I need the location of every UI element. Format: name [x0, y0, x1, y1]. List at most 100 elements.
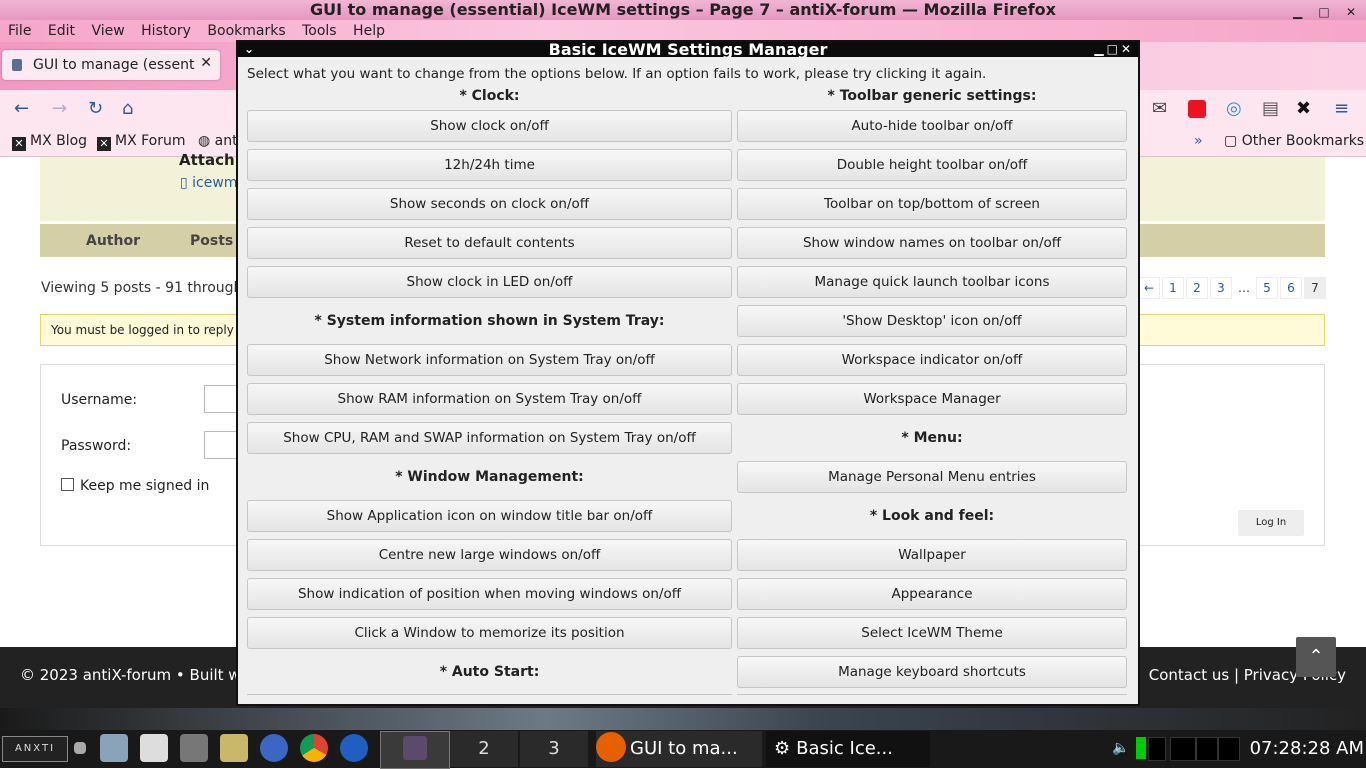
page-2[interactable]: 2 [1186, 277, 1208, 299]
reload-icon[interactable]: ↻ [88, 98, 103, 119]
wallpaper-button[interactable]: Wallpaper [737, 539, 1127, 571]
keyboard-shortcuts-button[interactable]: Manage keyboard shortcuts [737, 656, 1127, 688]
page-favicon-icon [12, 59, 22, 71]
systray-cpu-ram-swap-button[interactable]: Show CPU, RAM and SWAP information on Sy… [247, 422, 732, 454]
start-menu-button[interactable]: ANXTI [2, 736, 68, 762]
eject-icon[interactable] [180, 734, 208, 762]
taskbar-clock[interactable]: 07:28:28 AM [1250, 731, 1364, 767]
task-firefox[interactable]: GUI to ma... [596, 731, 762, 767]
page-prev[interactable]: ← [1138, 277, 1160, 299]
menu-tools[interactable]: Tools [298, 20, 341, 42]
workspace-indicator-button[interactable]: Workspace indicator on/off [737, 344, 1127, 376]
menu-help[interactable]: Help [349, 20, 389, 42]
mail-icon[interactable]: ✉ [1152, 98, 1167, 119]
workspace-1-active[interactable] [380, 731, 450, 769]
extension-icon[interactable]: ◎ [1226, 98, 1242, 119]
load-monitor-icon [1218, 737, 1240, 761]
select-theme-button[interactable]: Select IceWM Theme [737, 617, 1127, 649]
extension-icon[interactable]: ▤ [1262, 98, 1279, 119]
task-label: GUI to ma... [630, 738, 738, 759]
workspace-2[interactable]: 2 [450, 731, 518, 767]
posts-column-header: Posts [190, 233, 234, 249]
bookmark-other[interactable]: ▢ Other Bookmarks [1224, 133, 1364, 149]
workspace-manager-button[interactable]: Workspace Manager [737, 383, 1127, 415]
menu-bookmarks[interactable]: Bookmarks [203, 20, 289, 42]
task-label: Basic Ice... [796, 738, 893, 759]
clock-12h-24h-button[interactable]: 12h/24h time [247, 149, 732, 181]
x-logo-icon: ✕ [97, 137, 111, 151]
systray-ram-button[interactable]: Show RAM information on System Tray on/o… [247, 383, 732, 415]
window-names-toolbar-button[interactable]: Show window names on toolbar on/off [737, 227, 1127, 259]
menu-hamburger-icon[interactable]: ≡ [1334, 98, 1349, 119]
window-controls[interactable]: ▁ □ ✕ [1293, 2, 1362, 20]
checkbox-icon[interactable] [61, 478, 74, 491]
toolbar-section-heading: * Toolbar generic settings: [827, 88, 1037, 104]
autohide-toolbar-button[interactable]: Auto-hide toolbar on/off [737, 110, 1127, 142]
systray-section-heading: * System information shown in System Tra… [314, 313, 665, 329]
firefox-window-title: GUI to manage (essential) IceWM settings… [310, 0, 1056, 19]
chrome-icon[interactable] [300, 734, 328, 762]
centre-windows-button[interactable]: Centre new large windows on/off [247, 539, 732, 571]
scroll-to-top-button[interactable]: ⌃ [1296, 637, 1336, 677]
more-bookmarks-icon[interactable]: » [1194, 133, 1203, 149]
bookmark-label: MX Forum [115, 133, 186, 149]
show-clock-button[interactable]: Show clock on/off [247, 110, 732, 142]
login-button[interactable]: Log In [1238, 510, 1304, 536]
volume-icon[interactable]: 🔈 [1112, 740, 1129, 756]
workspace-3[interactable]: 3 [520, 731, 588, 767]
appearance-button[interactable]: Appearance [737, 578, 1127, 610]
window-menu-icon[interactable]: ⌄ [244, 42, 254, 57]
show-desktop-icon-button[interactable]: 'Show Desktop' icon on/off [737, 305, 1127, 337]
app-icon-titlebar-button[interactable]: Show Application icon on window title ba… [247, 500, 732, 532]
pagination: ← 1 2 3 … 5 6 7 [1136, 277, 1326, 299]
position-indication-button[interactable]: Show indication of position when moving … [247, 578, 732, 610]
notice-text: You must be logged in to reply to [51, 323, 250, 337]
memorize-position-button[interactable]: Click a Window to memorize its position [247, 617, 732, 649]
bookmark-antix[interactable]: ◍ ant [198, 133, 238, 149]
page-1[interactable]: 1 [1162, 277, 1184, 299]
toolbar-position-button[interactable]: Toolbar on top/bottom of screen [737, 188, 1127, 220]
systray-network-button[interactable]: Show Network information on System Tray … [247, 344, 732, 376]
task-settings-manager[interactable]: ⚙ Basic Ice... [766, 731, 930, 767]
page-5[interactable]: 5 [1256, 277, 1278, 299]
page-3[interactable]: 3 [1210, 277, 1232, 299]
page-6[interactable]: 6 [1280, 277, 1302, 299]
notes-icon[interactable] [220, 734, 248, 762]
menu-edit[interactable]: Edit [44, 20, 79, 42]
menu-history[interactable]: History [137, 20, 195, 42]
browser-compass-icon[interactable] [260, 734, 288, 762]
double-height-toolbar-button[interactable]: Double height toolbar on/off [737, 149, 1127, 181]
show-desktop-icon[interactable] [74, 742, 86, 754]
keep-signed-in[interactable]: Keep me signed in [61, 478, 209, 494]
bluetooth-icon[interactable] [340, 734, 368, 762]
show-seconds-button[interactable]: Show seconds on clock on/off [247, 188, 732, 220]
menu-view[interactable]: View [87, 20, 128, 42]
menu-file[interactable]: File [4, 20, 35, 42]
back-arrow-icon[interactable]: ← [14, 98, 29, 119]
dialog-window-controls[interactable]: ▁□✕ [1094, 42, 1134, 57]
browser-tab[interactable]: GUI to manage (essential ✕ [2, 50, 220, 80]
look-feel-heading: * Look and feel: [869, 508, 995, 524]
file-manager-icon[interactable] [100, 734, 128, 762]
swap-monitor-icon [1196, 737, 1218, 761]
bookmark-label: ant [214, 133, 238, 149]
clock-section-heading: * Clock: [459, 88, 520, 104]
extension-icon[interactable] [1188, 100, 1206, 118]
quick-launch-icons-button[interactable]: Manage quick launch toolbar icons [737, 266, 1127, 298]
dialog-intro-text: Select what you want to change from the … [247, 66, 987, 82]
reset-clock-button[interactable]: Reset to default contents [247, 227, 732, 259]
clock-led-button[interactable]: Show clock in LED on/off [247, 266, 732, 298]
viewing-count: Viewing 5 posts - 91 through 9 [41, 280, 256, 296]
downloads-icon[interactable] [140, 734, 168, 762]
personal-menu-button[interactable]: Manage Personal Menu entries [737, 461, 1127, 493]
keep-signed-in-label: Keep me signed in [80, 478, 210, 494]
close-tab-icon[interactable]: ✕ [200, 55, 212, 71]
desktop-wallpaper [0, 708, 1366, 730]
extension-icon[interactable]: ✖ [1296, 98, 1311, 119]
auto-start-heading: * Auto Start: [439, 664, 540, 680]
bookmark-mx-blog[interactable]: ✕ MX Blog [12, 133, 87, 151]
attachment-link[interactable]: ▯ icewm [180, 175, 237, 191]
bookmark-mx-forum[interactable]: ✕ MX Forum [97, 133, 186, 151]
forward-arrow-icon[interactable]: → [52, 98, 67, 119]
home-icon[interactable]: ⌂ [122, 98, 133, 119]
